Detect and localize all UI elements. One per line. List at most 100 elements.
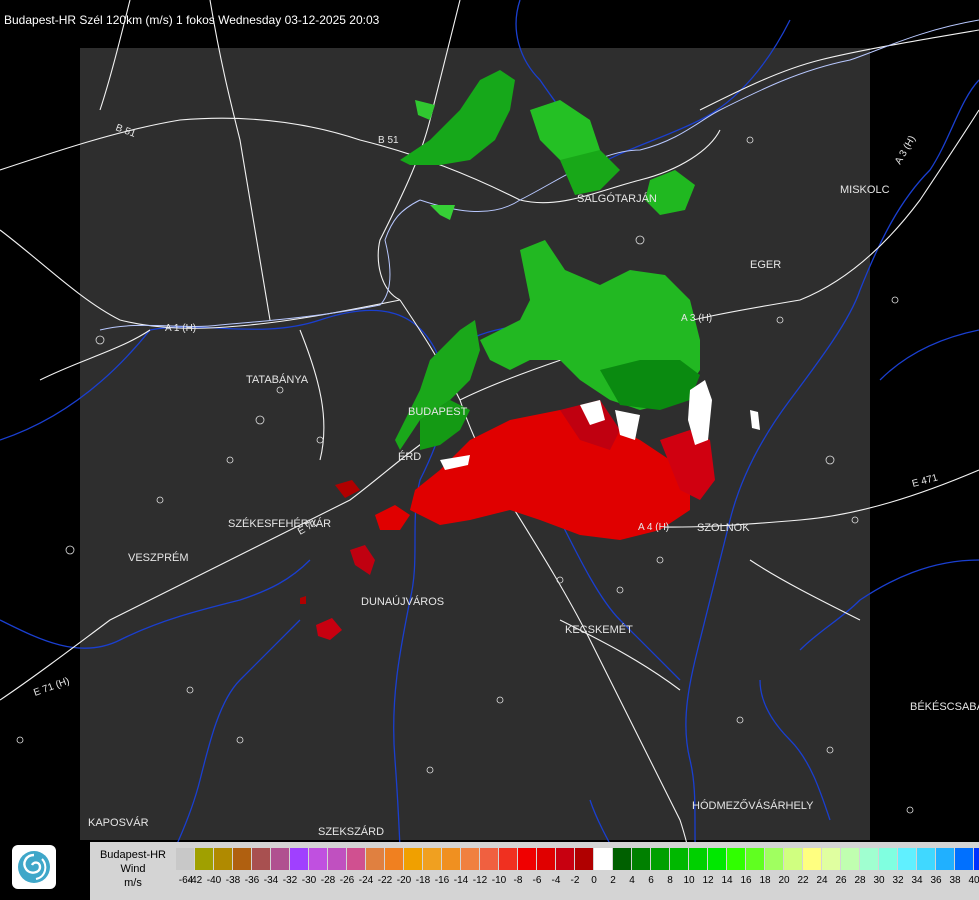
legend-swatch [613,848,632,870]
road-label: A 4 (H) [638,522,669,533]
legend-tick: -24 [358,875,374,886]
legend-tick: 6 [648,875,654,886]
legend-swatch [328,848,347,870]
city-szolnok: SZOLNOK [697,522,750,534]
city-bekescsaba: BÉKÉSCSABA [910,700,979,713]
legend-swatch [214,848,233,870]
city-budapest: BUDAPEST [408,406,468,418]
legend-station: Budapest-HR [99,849,167,861]
legend-tick: -2 [570,875,580,886]
legend-tick: 2 [610,875,616,886]
legend-swatch [822,848,841,870]
legend-tick: 10 [683,875,695,886]
legend-swatch [898,848,917,870]
legend-swatch [442,848,461,870]
road-label: B 51 [378,135,399,146]
legend-tick: -8 [513,875,523,886]
legend-swatch [461,848,480,870]
legend-swatch [860,848,879,870]
legend-swatch [195,848,214,870]
legend-tick: 8 [667,875,673,886]
legend-swatch [347,848,366,870]
legend-tick: 36 [930,875,942,886]
legend-tick: -38 [225,875,241,886]
legend-swatch [176,848,195,870]
city-dunaujvaros: DUNAÚJVÁROS [361,595,444,608]
legend-swatch [309,848,328,870]
legend-swatch [784,848,803,870]
legend-tick: 28 [854,875,866,886]
legend-swatch [385,848,404,870]
legend-tick: -6 [532,875,542,886]
legend-swatch [727,848,746,870]
legend-swatch [955,848,974,870]
legend-swatch [556,848,575,870]
legend-tick: -40 [206,875,222,886]
legend-tick: -14 [453,875,469,886]
legend-swatch [290,848,309,870]
legend-tick: -42 [187,875,203,886]
velocity-legend: Budapest-HR Wind m/s -64 -42 -40 -38 -36 -34-… [90,842,979,900]
legend-swatch [404,848,423,870]
legend-tick: 16 [740,875,752,886]
legend-tick: -30 [301,875,317,886]
legend-tick: -18 [415,875,431,886]
city-miskolc: MISKOLC [840,184,890,196]
legend-tick: -4 [551,875,561,886]
legend-swatch [252,848,271,870]
city-hodmezovasarhely: HÓDMEZŐVÁSÁRHELY [692,798,814,812]
city-tatabanya: TATABÁNYA [246,373,309,386]
legend-swatch [271,848,290,870]
legend-swatch [575,848,594,870]
legend-swatch [936,848,955,870]
legend-tick: 14 [721,875,733,886]
legend-tick: 40 [968,875,979,886]
legend-tick: -32 [282,875,298,886]
legend-swatch [233,848,252,870]
road-label: A 3 (H) [681,313,712,324]
legend-tick: 32 [892,875,904,886]
met-service-logo [12,845,56,889]
city-kecskemet: KECSKEMÉT [565,623,633,636]
legend-swatch [537,848,556,870]
legend-tick: 34 [911,875,923,886]
legend-tick: -36 [244,875,260,886]
legend-tick: 24 [816,875,828,886]
legend-swatch [841,848,860,870]
road-label: A 1 (H) [165,323,196,334]
legend-tick: 20 [778,875,790,886]
swirl-icon [18,851,50,883]
legend-tick: 4 [629,875,635,886]
legend-tick: 0 [591,875,597,886]
legend-swatch [879,848,898,870]
legend-swatch [632,848,651,870]
legend-swatch [670,848,689,870]
legend-swatch [594,848,613,870]
legend-swatch [366,848,385,870]
legend-tick: -22 [377,875,393,886]
legend-tick: -16 [434,875,450,886]
city-eger: EGER [750,259,781,271]
city-szekszard: SZEKSZÁRD [318,825,384,838]
legend-swatch [499,848,518,870]
legend-swatch [917,848,936,870]
legend-swatch [689,848,708,870]
legend-swatch [518,848,537,870]
legend-color-scale [176,848,979,870]
legend-swatch [651,848,670,870]
legend-tick: -26 [339,875,355,886]
city-kaposvar: KAPOSVÁR [88,816,149,829]
city-salgotarjan: SALGÓTARJÁN [577,192,657,205]
legend-swatch [708,848,727,870]
radar-title: Budapest-HR Szél 120km (m/s) 1 fokos Wed… [4,13,380,27]
legend-tick: -28 [320,875,336,886]
legend-caption: Budapest-HR Wind m/s [90,842,176,900]
legend-tick: 18 [759,875,771,886]
legend-tick: -34 [263,875,279,886]
legend-tick: -12 [472,875,488,886]
legend-swatch [765,848,784,870]
legend-swatch [803,848,822,870]
legend-tick: 38 [949,875,961,886]
legend-swatch [746,848,765,870]
legend-unit: m/s [124,877,142,889]
